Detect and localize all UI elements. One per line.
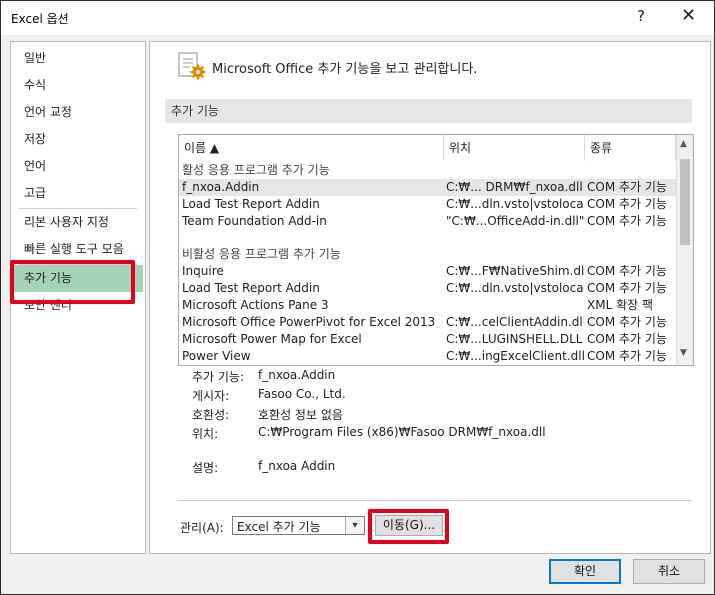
addin-name: Team Foundation Add-in xyxy=(182,214,327,228)
addin-gear-icon xyxy=(178,52,206,80)
detail-publisher-value: Fasoo Co., Ltd. xyxy=(258,387,346,401)
sidebar-item-proofing[interactable]: 언어 교정 xyxy=(11,99,143,125)
addin-location: C:₩... DRM₩f_nxoa.dll xyxy=(446,180,583,194)
manage-select[interactable]: Excel 추가 기능 ▾ xyxy=(232,516,365,535)
cancel-button[interactable]: 취소 xyxy=(633,559,705,584)
sidebar-item-language[interactable]: 언어 xyxy=(11,153,143,179)
scrollbar-thumb[interactable] xyxy=(680,159,690,245)
table-row[interactable]: Microsoft Power Map for Excel C:₩...LUGI… xyxy=(179,331,676,348)
detail-compat-value: 호환성 정보 없음 xyxy=(258,408,343,422)
close-icon[interactable]: ✕ xyxy=(681,5,696,26)
addin-name: Load Test Report Addin xyxy=(182,281,320,295)
manage-select-value: Excel 추가 기능 xyxy=(237,520,321,534)
addin-name: Load Test Report Addin xyxy=(182,197,320,211)
group-label: 비활성 응용 프로그램 추가 기능 xyxy=(182,247,341,261)
table-group-row: 비활성 응용 프로그램 추가 기능 xyxy=(179,246,676,263)
options-sidebar: 일반 수식 언어 교정 저장 언어 고급 리본 사용자 지정 빠른 실행 도구 … xyxy=(10,41,146,554)
ok-button[interactable]: 확인 xyxy=(549,559,621,584)
table-row[interactable]: Team Foundation Add-in "C:₩...OfficeAdd-… xyxy=(179,213,676,230)
addin-location: C:₩...dln.vsto|vstolocal xyxy=(446,197,584,211)
addin-type: COM 추가 기능 xyxy=(587,315,667,329)
table-row[interactable]: Microsoft Office PowerPivot for Excel 20… xyxy=(179,314,676,331)
table-scrollbar[interactable]: ▲ ▼ xyxy=(676,135,693,365)
table-row[interactable]: f_nxoa.Addin C:₩... DRM₩f_nxoa.dll COM 추… xyxy=(179,179,676,196)
addin-name: Microsoft Power Map for Excel xyxy=(182,332,362,346)
scroll-up-icon[interactable]: ▲ xyxy=(680,139,687,149)
addin-name: Microsoft Office PowerPivot for Excel 20… xyxy=(182,315,436,329)
addins-table: 이름 ▲ 위치 종류 활성 응용 프로그램 추가 기능 f_nxoa.Addin… xyxy=(178,134,694,366)
addin-location: C:₩...dln.vsto|vstolocal xyxy=(446,281,584,295)
sidebar-highlight-box xyxy=(10,260,135,304)
sidebar-item-customize-ribbon[interactable]: 리본 사용자 지정 xyxy=(11,209,143,235)
dialog-title: Excel 옵션 xyxy=(11,12,69,26)
table-row[interactable]: Load Test Report Addin C:₩...dln.vsto|vs… xyxy=(179,196,676,213)
detail-addin-label: 추가 기능: xyxy=(192,370,245,384)
column-header-name[interactable]: 이름 ▲ xyxy=(179,135,444,161)
detail-compat-label: 호환성: xyxy=(192,408,230,422)
addin-type: XML 확장 팩 xyxy=(587,298,654,312)
manage-label: 관리(A): xyxy=(180,521,224,535)
separator xyxy=(178,500,692,501)
column-header-type[interactable]: 종류 xyxy=(585,135,676,161)
sidebar-item-formulas[interactable]: 수식 xyxy=(11,72,143,98)
detail-desc-value: f_nxoa Addin xyxy=(258,459,336,473)
addin-location: "C:₩...OfficeAdd-in.dll" xyxy=(446,214,584,228)
addin-type: COM 추가 기능 xyxy=(587,197,667,211)
addin-location: C:₩...ingExcelClient.dll xyxy=(446,349,584,363)
sidebar-item-save[interactable]: 저장 xyxy=(11,126,143,152)
detail-publisher-label: 게시자: xyxy=(192,389,230,403)
detail-addin-value: f_nxoa.Addin xyxy=(258,368,336,382)
table-row[interactable]: Microsoft Actions Pane 3 XML 확장 팩 xyxy=(179,297,676,314)
detail-location-label: 위치: xyxy=(192,427,219,441)
addin-name: f_nxoa.Addin xyxy=(182,180,260,194)
table-group-row: 활성 응용 프로그램 추가 기능 xyxy=(179,162,676,179)
table-row[interactable]: Power View C:₩...ingExcelClient.dll COM … xyxy=(179,348,676,365)
addin-name: Power View xyxy=(182,349,251,363)
column-header-location[interactable]: 위치 xyxy=(444,135,585,161)
addin-location: C:₩...LUGINSHELL.DLL xyxy=(446,332,583,346)
table-row[interactable]: Load Test Report Addin C:₩...dln.vsto|vs… xyxy=(179,280,676,297)
sidebar-item-general[interactable]: 일반 xyxy=(11,45,143,71)
group-label: 활성 응용 프로그램 추가 기능 xyxy=(182,163,330,177)
chevron-down-icon[interactable]: ▾ xyxy=(345,517,364,534)
addin-type: COM 추가 기능 xyxy=(587,281,667,295)
excel-options-dialog: Excel 옵션 ? ✕ 일반 수식 언어 교정 저장 언어 고급 리본 사용자… xyxy=(0,0,715,595)
sidebar-item-advanced[interactable]: 고급 xyxy=(11,180,143,206)
detail-desc-label: 설명: xyxy=(192,461,219,475)
addins-panel: Microsoft Office 추가 기능을 보고 관리합니다. 추가 기능 … xyxy=(149,41,711,554)
addin-type: COM 추가 기능 xyxy=(587,180,667,194)
scroll-down-icon[interactable]: ▼ xyxy=(680,348,687,358)
detail-location-value: C:₩Program Files (x86)₩Fasoo DRM₩f_nxoa.… xyxy=(258,425,546,439)
addin-name: Microsoft Actions Pane 3 xyxy=(182,298,329,312)
help-button[interactable]: ? xyxy=(637,7,645,25)
addin-type: COM 추가 기능 xyxy=(587,214,667,228)
addin-name: Inquire xyxy=(182,264,224,278)
panel-header: Microsoft Office 추가 기능을 보고 관리합니다. xyxy=(212,62,478,77)
title-bar: Excel 옵션 ? ✕ xyxy=(1,1,714,35)
section-title: 추가 기능 xyxy=(165,99,692,123)
addin-location: C:₩...F₩NativeShim.dll xyxy=(446,264,584,278)
sidebar-item-quick-access-toolbar[interactable]: 빠른 실행 도구 모음 xyxy=(11,236,143,262)
table-row[interactable]: Inquire C:₩...F₩NativeShim.dll COM 추가 기능 xyxy=(179,263,676,280)
addin-type: COM 추가 기능 xyxy=(587,264,667,278)
addin-type: COM 추가 기능 xyxy=(587,349,667,363)
go-button-highlight-box xyxy=(368,509,449,544)
addin-location: C:₩...celClientAddin.dll xyxy=(446,315,584,329)
addin-type: COM 추가 기능 xyxy=(587,332,667,346)
